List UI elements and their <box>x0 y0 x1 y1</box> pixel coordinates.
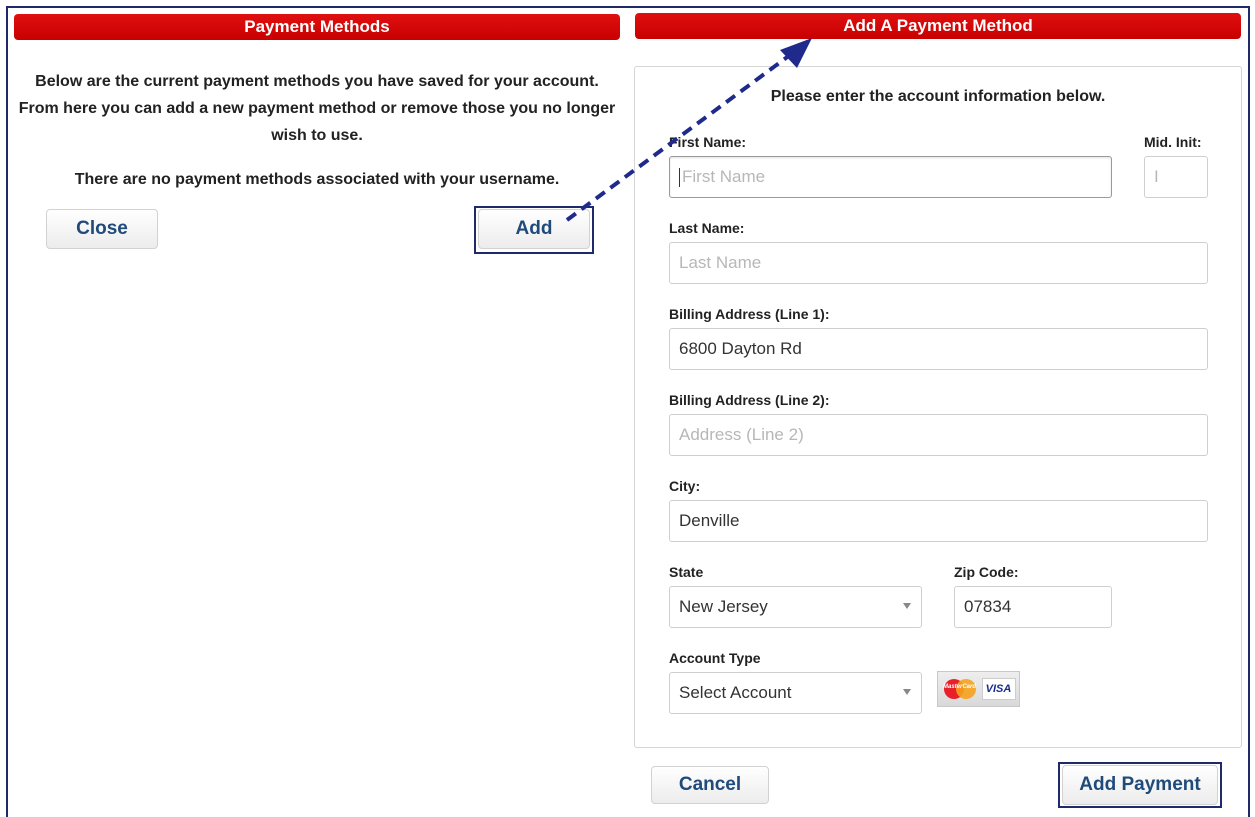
mastercard-logo-text: MasterCard <box>942 684 976 690</box>
account-type-selected-value: Select Account <box>679 683 792 702</box>
state-selected-value: New Jersey <box>679 597 768 616</box>
zip-code-value: 07834 <box>964 597 1012 616</box>
address-line1-label: Billing Address (Line 1): <box>669 306 830 322</box>
cancel-button[interactable]: Cancel <box>651 766 769 804</box>
chevron-down-icon <box>903 689 911 695</box>
zip-code-label: Zip Code: <box>954 564 1019 580</box>
accepted-cards: MasterCard VISA <box>937 671 1020 707</box>
add-payment-method-header: Add A Payment Method <box>635 13 1241 39</box>
address-line1-input[interactable]: 6800 Dayton Rd <box>669 328 1208 370</box>
mid-init-placeholder: I <box>1154 167 1159 186</box>
add-button-highlight <box>474 206 594 254</box>
first-name-label: First Name: <box>669 134 747 150</box>
payment-methods-header: Payment Methods <box>14 14 620 40</box>
add-payment-button-highlight <box>1058 762 1222 808</box>
first-name-input[interactable]: First Name <box>669 156 1112 198</box>
first-name-placeholder: First Name <box>682 167 766 186</box>
intro-text: Below are the current payment methods yo… <box>18 73 616 144</box>
last-name-placeholder: Last Name <box>679 253 762 272</box>
account-type-select[interactable]: Select Account <box>669 672 922 714</box>
address-line2-input[interactable]: Address (Line 2) <box>669 414 1208 456</box>
form-instructions: Please enter the account information bel… <box>770 88 1106 105</box>
address-line2-label: Billing Address (Line 2): <box>669 392 830 408</box>
text-caret <box>679 167 680 187</box>
visa-icon: VISA <box>981 678 1016 700</box>
last-name-input[interactable]: Last Name <box>669 242 1208 284</box>
chevron-down-icon <box>903 603 911 609</box>
city-label: City: <box>669 478 701 494</box>
address-line1-value: 6800 Dayton Rd <box>679 339 802 358</box>
mid-init-input[interactable]: I <box>1144 156 1208 198</box>
last-name-label: Last Name: <box>669 220 745 236</box>
state-label: State <box>669 564 704 580</box>
city-input[interactable]: Denville <box>669 500 1208 542</box>
close-button[interactable]: Close <box>46 209 158 249</box>
address-line2-placeholder: Address (Line 2) <box>679 425 804 444</box>
mid-init-label: Mid. Init: <box>1144 134 1202 150</box>
account-type-label: Account Type <box>669 650 761 666</box>
no-methods-message: There are no payment methods associated … <box>74 171 560 188</box>
state-select[interactable]: New Jersey <box>669 586 922 628</box>
mastercard-icon: MasterCard <box>942 678 978 700</box>
city-value: Denville <box>679 511 740 530</box>
zip-code-input[interactable]: 07834 <box>954 586 1112 628</box>
